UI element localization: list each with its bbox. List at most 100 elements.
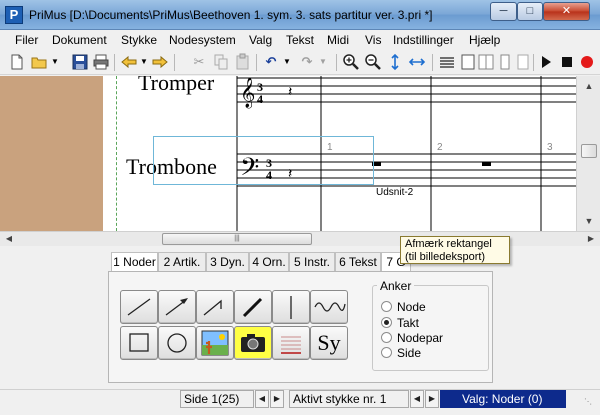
angled-line-tool-button[interactable] — [196, 290, 234, 324]
anchor-option-takt[interactable]: Takt — [381, 316, 419, 330]
narrow-page-view-icon[interactable] — [496, 53, 514, 71]
menu-valg[interactable]: Valg — [249, 33, 272, 47]
resize-grip-icon[interactable]: ⋱ — [584, 396, 596, 408]
toolbar-separator — [432, 54, 433, 71]
menu-filer[interactable]: Filer — [15, 33, 38, 47]
thick-line-tool-button[interactable] — [234, 290, 272, 324]
staff-name-tromper[interactable]: Tromper — [138, 76, 214, 96]
menu-indstillinger[interactable]: Indstillinger — [393, 33, 454, 47]
maximize-button[interactable]: □ — [517, 2, 543, 21]
vertical-scroll-thumb[interactable] — [581, 144, 597, 158]
arrow-line-icon — [165, 298, 188, 316]
paste-icon[interactable] — [234, 53, 252, 71]
staff-lines-tool-button[interactable] — [272, 326, 310, 360]
toolbar-separator — [533, 54, 534, 71]
anchor-option-node[interactable]: Node — [381, 300, 426, 314]
close-button[interactable]: ✕ — [543, 2, 590, 21]
camera-tool-button[interactable] — [234, 326, 272, 360]
radio-button-selected[interactable] — [381, 317, 392, 328]
landscape-picture-icon — [201, 330, 229, 356]
save-icon[interactable] — [71, 53, 89, 71]
horizontal-scroll-thumb[interactable]: ||| — [162, 233, 312, 245]
tooltip-line: (til billedeksport) — [405, 251, 486, 263]
vertical-line-tool-button[interactable] — [272, 290, 310, 324]
cut-icon[interactable]: ✂ — [190, 53, 208, 71]
redo-dropdown-icon[interactable]: ▼ — [318, 53, 328, 71]
arrow-tool-button[interactable] — [158, 290, 196, 324]
anchor-option-label: Node — [397, 300, 426, 314]
zoom-out-icon[interactable] — [364, 53, 382, 71]
forward-arrow-icon[interactable] — [151, 53, 169, 71]
tab-artik[interactable]: 2 Artik. — [158, 252, 206, 272]
next-page-icon[interactable]: ▶ — [270, 390, 284, 408]
angled-line-icon — [203, 299, 222, 316]
stop-icon[interactable] — [558, 53, 576, 71]
copy-icon[interactable] — [212, 53, 230, 71]
prev-piece-icon[interactable]: ◀ — [410, 390, 424, 408]
scroll-left-icon[interactable]: ◀ — [2, 232, 16, 246]
rectangle-tool-button[interactable] — [120, 326, 158, 360]
radio-button[interactable] — [381, 332, 392, 343]
redo-icon[interactable]: ↷ — [298, 53, 316, 71]
tab-noder[interactable]: 1 Noder — [111, 252, 158, 272]
measure-number: 2 — [437, 142, 443, 153]
menu-stykke[interactable]: Stykke — [121, 33, 157, 47]
anchor-option-nodepar[interactable]: Nodepar — [381, 331, 443, 345]
radio-button[interactable] — [381, 301, 392, 312]
thick-line-icon — [242, 297, 263, 318]
horizontal-scrollbar[interactable]: ◀ ||| ▶ — [0, 231, 600, 246]
open-dropdown-icon[interactable]: ▼ — [50, 53, 60, 71]
minimize-button[interactable]: ─ — [490, 2, 517, 21]
play-icon[interactable] — [537, 53, 555, 71]
line-tool-button[interactable] — [120, 290, 158, 324]
new-document-icon[interactable] — [8, 53, 26, 71]
prev-page-icon[interactable]: ◀ — [255, 390, 269, 408]
open-folder-icon[interactable] — [30, 53, 48, 71]
score-view[interactable]: 𝄞 3 4 𝄽 𝄢 3 4 𝄽 Tromper Trombone 1 2 3 U… — [0, 76, 576, 231]
undo-icon[interactable]: ↶ — [262, 53, 280, 71]
wave-tool-button[interactable] — [310, 290, 348, 324]
fit-width-icon[interactable] — [408, 53, 426, 71]
tab-orn[interactable]: 4 Orn. — [249, 252, 289, 272]
menu-midi[interactable]: Midi — [327, 33, 349, 47]
symbol-tool-button[interactable]: Sy — [310, 326, 348, 360]
lines-view-icon[interactable] — [438, 53, 456, 71]
zoom-in-icon[interactable] — [342, 53, 360, 71]
radio-button[interactable] — [381, 347, 392, 358]
selection-status: Valg: Noder (0) — [440, 390, 566, 408]
back-dropdown-icon[interactable]: ▼ — [139, 53, 149, 71]
menu-tekst[interactable]: Tekst — [286, 33, 314, 47]
tab-instr[interactable]: 5 Instr. — [289, 252, 335, 272]
anchor-group-title: Anker — [377, 279, 415, 293]
back-arrow-icon[interactable] — [120, 53, 138, 71]
circle-tool-button[interactable] — [158, 326, 196, 360]
tab-tekst[interactable]: 6 Tekst — [335, 252, 381, 272]
measure-number: 3 — [547, 142, 553, 153]
anchor-option-label: Side — [397, 346, 422, 360]
palette-tabs: 1 Noder 2 Artik. 3 Dyn. 4 Orn. 5 Instr. … — [0, 252, 600, 272]
print-icon[interactable] — [92, 53, 110, 71]
tab-dyn[interactable]: 3 Dyn. — [206, 252, 249, 272]
blank-view-icon[interactable] — [514, 53, 532, 71]
record-icon[interactable] — [578, 53, 596, 71]
menu-dokument[interactable]: Dokument — [52, 33, 107, 47]
vertical-scrollbar[interactable]: ▲ ▼ — [576, 76, 600, 231]
fit-height-icon[interactable] — [386, 53, 404, 71]
menu-hjaelp[interactable]: Hjælp — [469, 33, 500, 47]
menu-nodesystem[interactable]: Nodesystem — [169, 33, 236, 47]
selection-rectangle[interactable] — [153, 136, 374, 185]
image-tool-button[interactable] — [196, 326, 234, 360]
scroll-down-icon[interactable]: ▼ — [581, 213, 597, 229]
tooltip: Afmærk rektangel (til billedeksport) — [400, 236, 510, 264]
page-view-icon[interactable] — [459, 53, 477, 71]
anchor-option-side[interactable]: Side — [381, 346, 421, 360]
undo-dropdown-icon[interactable]: ▼ — [282, 53, 292, 71]
selection-label: Udsnit-2 — [376, 187, 414, 198]
two-page-view-icon[interactable] — [477, 53, 495, 71]
primus-app-icon: P — [5, 6, 23, 24]
scroll-up-icon[interactable]: ▲ — [581, 78, 597, 94]
window-title: PriMus [D:\Documents\PriMus\Beethoven 1.… — [29, 8, 433, 22]
menu-vis[interactable]: Vis — [365, 33, 381, 47]
scroll-right-icon[interactable]: ▶ — [584, 232, 598, 246]
next-piece-icon[interactable]: ▶ — [425, 390, 439, 408]
